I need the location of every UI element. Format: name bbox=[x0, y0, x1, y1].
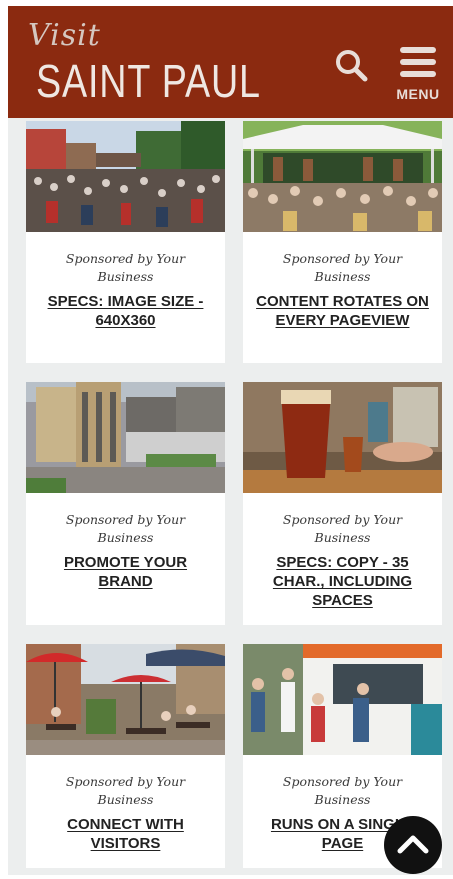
card-title-link[interactable]: SPECS: COPY - 35 CHAR., INCLUDING SPACES bbox=[255, 553, 430, 610]
hamburger-menu-icon bbox=[400, 47, 436, 77]
search-icon[interactable] bbox=[334, 48, 368, 82]
sponsor-text: Sponsored by Your Business bbox=[282, 512, 403, 545]
sponsored-card[interactable]: Sponsored by Your Business PROMOTE YOUR … bbox=[26, 382, 225, 625]
sponsor-text: Sponsored by Your Business bbox=[282, 251, 403, 284]
logo-saint-paul-text: SAINT PAUL bbox=[36, 55, 261, 107]
logo-visit-text: Visit bbox=[28, 18, 101, 53]
card-title-link[interactable]: SPECS: IMAGE SIZE - 640X360 bbox=[38, 292, 213, 330]
street-festival-crowd-image bbox=[26, 121, 225, 232]
chevron-up-icon bbox=[397, 835, 429, 854]
sponsor-text: Sponsored by Your Business bbox=[282, 774, 403, 807]
sponsor-text: Sponsored by Your Business bbox=[65, 512, 186, 545]
site-header: Visit SAINT PAUL MENU bbox=[8, 6, 453, 118]
food-truck-image bbox=[243, 644, 442, 755]
beer-glass-image bbox=[243, 382, 442, 493]
sponsor-text: Sponsored by Your Business bbox=[65, 774, 186, 807]
sponsored-card[interactable]: Sponsored by Your Business CONTENT ROTAT… bbox=[243, 121, 442, 363]
card-title-link[interactable]: CONTENT ROTATES ON EVERY PAGEVIEW bbox=[255, 292, 430, 330]
menu-button[interactable]: MENU bbox=[394, 44, 442, 104]
sponsored-grid: Sponsored by Your Business SPECS: IMAGE … bbox=[8, 118, 453, 875]
card-title-link[interactable]: CONNECT WITH VISITORS bbox=[38, 815, 213, 853]
scroll-to-top-button[interactable] bbox=[384, 816, 442, 874]
menu-label: MENU bbox=[396, 86, 440, 102]
patio-dining-image bbox=[26, 644, 225, 755]
outdoor-concert-tent-image bbox=[243, 121, 442, 232]
downtown-aerial-image bbox=[26, 382, 225, 493]
sponsored-card[interactable]: Sponsored by Your Business SPECS: IMAGE … bbox=[26, 121, 225, 363]
sponsored-card[interactable]: Sponsored by Your Business CONNECT WITH … bbox=[26, 644, 225, 868]
sponsor-text: Sponsored by Your Business bbox=[65, 251, 186, 284]
sponsored-card[interactable]: Sponsored by Your Business SPECS: COPY -… bbox=[243, 382, 442, 625]
card-title-link[interactable]: PROMOTE YOUR BRAND bbox=[38, 553, 213, 591]
